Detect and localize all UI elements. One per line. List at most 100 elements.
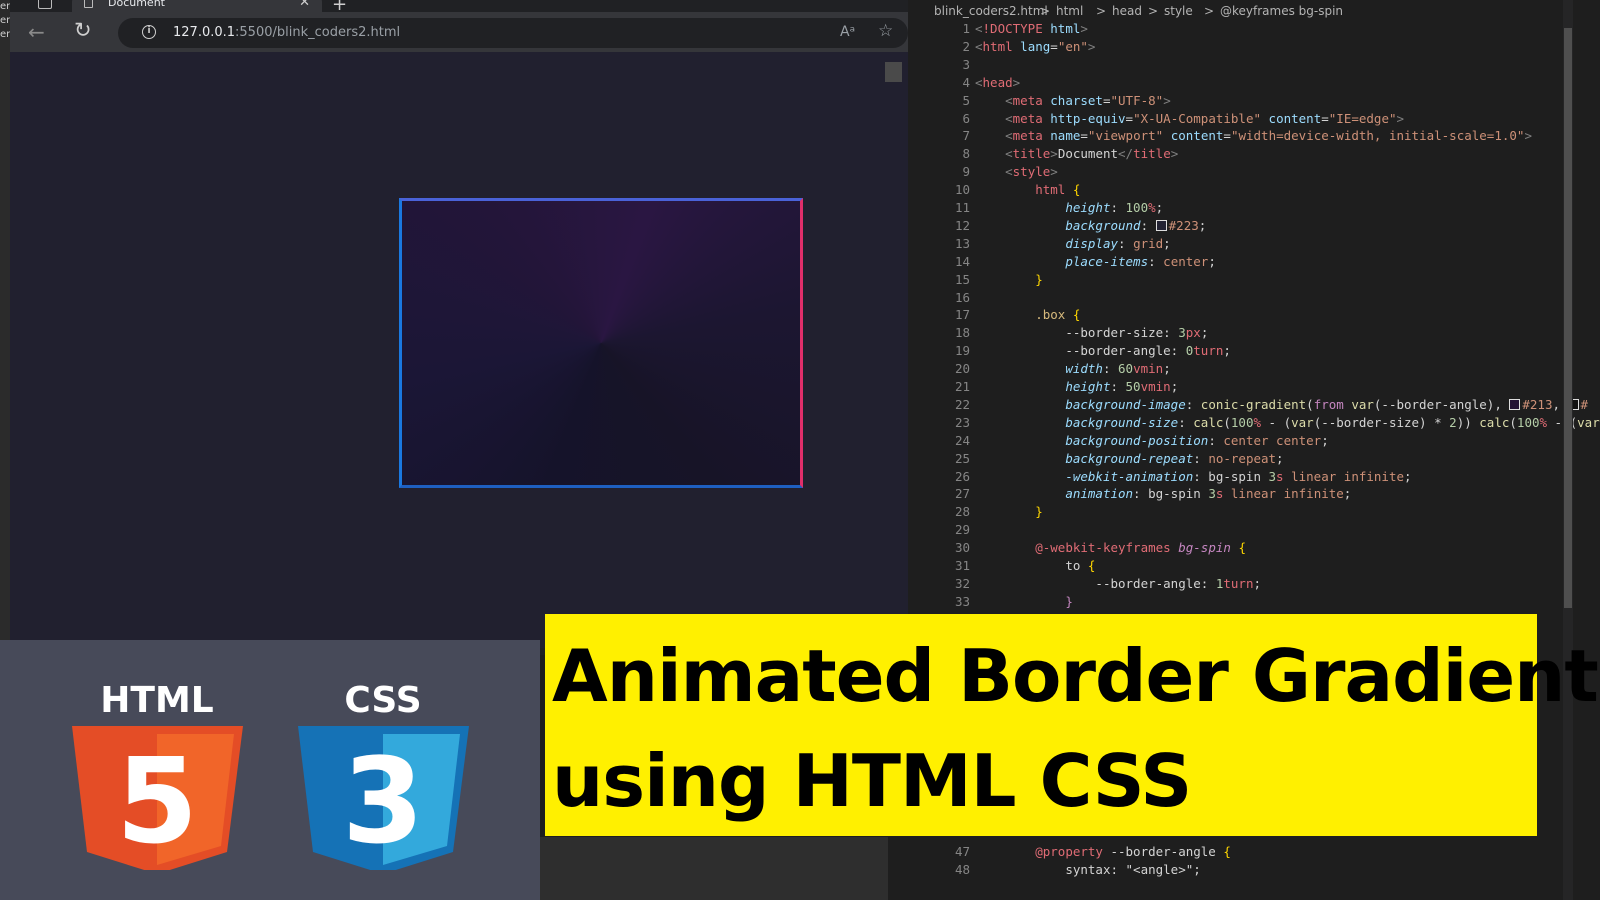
line-number: 25	[954, 450, 970, 466]
code-token: }	[1065, 593, 1073, 609]
breadcrumb-item[interactable]: @keyframes bg-spin	[1220, 4, 1343, 18]
code-token: bg-spin	[1178, 540, 1231, 556]
breadcrumb-item[interactable]: head	[1112, 4, 1142, 18]
code-text: <meta name="viewport" content="width=dev…	[975, 127, 1532, 145]
code-text: <style>	[975, 163, 1058, 181]
line-number: 6	[962, 110, 970, 126]
line-number: 20	[954, 361, 970, 377]
code-token: @property	[1035, 844, 1103, 859]
code-token: 50	[1125, 379, 1141, 394]
code-token: :	[1102, 361, 1119, 377]
line-number: 13	[954, 235, 970, 251]
url-text[interactable]: 127.0.0.1:5500/blink_coders2.html	[173, 25, 400, 40]
code-token: >	[1524, 128, 1532, 144]
code-token: <	[1005, 110, 1013, 126]
editor-scrollbar-thumb[interactable]	[1564, 28, 1572, 608]
site-info-icon[interactable]: i	[142, 25, 156, 39]
code-token: ;	[1163, 361, 1171, 377]
code-token: title	[1012, 146, 1051, 162]
code-token: grid	[1133, 235, 1164, 251]
back-arrow-icon[interactable]: ←	[28, 20, 45, 44]
code-token: >	[1170, 146, 1179, 162]
code-token: :	[1110, 379, 1126, 394]
line-number: 2	[962, 38, 970, 54]
code-token: background	[1065, 217, 1141, 233]
code-token: %	[1148, 200, 1156, 215]
address-bar[interactable]: i 127.0.0.1:5500/blink_coders2.html Aᵃ ☆	[118, 18, 908, 48]
code-token: title	[1133, 146, 1171, 162]
code-token: :	[1208, 432, 1224, 448]
code-token: >	[1087, 38, 1096, 54]
code-text: animation: bg-spin 3s linear infinite;	[975, 485, 1351, 503]
line-number: 10	[954, 182, 970, 198]
code-token: %	[1539, 414, 1548, 430]
code-text: }	[975, 271, 1043, 289]
code-token: >	[1163, 92, 1171, 108]
code-token: :	[1118, 235, 1134, 251]
code-text: --border-angle: 1turn;	[975, 575, 1261, 593]
code-token: background-size	[1065, 414, 1179, 430]
edge-text: er	[0, 15, 10, 26]
browser-scrollbar-thumb[interactable]	[885, 62, 902, 82]
code-text: @property --border-angle {	[975, 843, 1231, 861]
html-logo-digit: 5	[116, 732, 198, 870]
code-token: ;	[1321, 432, 1329, 448]
code-token: : bg-spin	[1193, 468, 1269, 484]
code-token: var	[1577, 414, 1600, 430]
code-token: display	[1065, 235, 1118, 251]
code-text: .box {	[975, 306, 1080, 324]
breadcrumb-item[interactable]: html	[1056, 4, 1083, 18]
code-text: background-image: conic-gradient(from va…	[975, 396, 1588, 414]
reload-icon[interactable]: ↻	[74, 18, 92, 42]
css3-logo-icon: CSS 3	[298, 680, 469, 870]
css-logo-digit: 3	[342, 732, 424, 870]
code-token: ;	[1200, 325, 1209, 341]
tab-title: Document	[108, 0, 165, 9]
code-text: <meta http-equiv="X-UA-Compatible" conte…	[975, 110, 1404, 128]
sidebar-toggle-icon[interactable]	[38, 0, 52, 9]
code-token: px	[1185, 325, 1201, 341]
code-token: meta	[1012, 128, 1043, 144]
logo-panel: HTML 5 CSS 3	[0, 640, 540, 900]
edge-text: er	[0, 29, 10, 40]
code-text: -webkit-animation: bg-spin 3s linear inf…	[975, 468, 1411, 486]
code-token: from	[1313, 396, 1344, 412]
code-token: ;	[1170, 379, 1179, 394]
code-text: <!DOCTYPE html>	[975, 20, 1088, 38]
breadcrumb-item[interactable]: blink_coders2.html	[934, 4, 1048, 18]
banner-title-line-1: Animated Border Gradient	[552, 634, 1599, 718]
breadcrumb-item[interactable]: style	[1164, 4, 1193, 18]
code-token: vmin	[1133, 361, 1164, 377]
close-tab-icon[interactable]: ✕	[299, 0, 310, 10]
code-token: html	[1050, 21, 1081, 36]
html5-logo-icon: HTML 5	[72, 680, 243, 870]
code-token: >	[1050, 146, 1058, 162]
read-aloud-icon[interactable]: Aᵃ	[840, 24, 855, 40]
favorite-star-icon[interactable]: ☆	[878, 21, 893, 41]
line-number: 32	[954, 575, 970, 591]
editor-scrollbar[interactable]	[1563, 0, 1573, 900]
tab-document[interactable]: Document ✕	[72, 0, 322, 12]
code-token: meta	[1012, 110, 1043, 126]
code-token: ;	[1343, 486, 1352, 502]
code-token: place-items	[1065, 253, 1149, 269]
color-swatch-icon	[1155, 219, 1167, 231]
code-token: turn	[1193, 343, 1224, 359]
code-token: width	[1065, 361, 1103, 377]
code-token: (	[1509, 414, 1517, 430]
code-token: 3	[1178, 325, 1186, 341]
code-token: }	[1035, 271, 1043, 287]
code-token: 3	[1268, 468, 1277, 484]
code-token: <	[975, 38, 983, 54]
code-text: html {	[975, 181, 1080, 199]
line-number: 18	[954, 325, 970, 341]
